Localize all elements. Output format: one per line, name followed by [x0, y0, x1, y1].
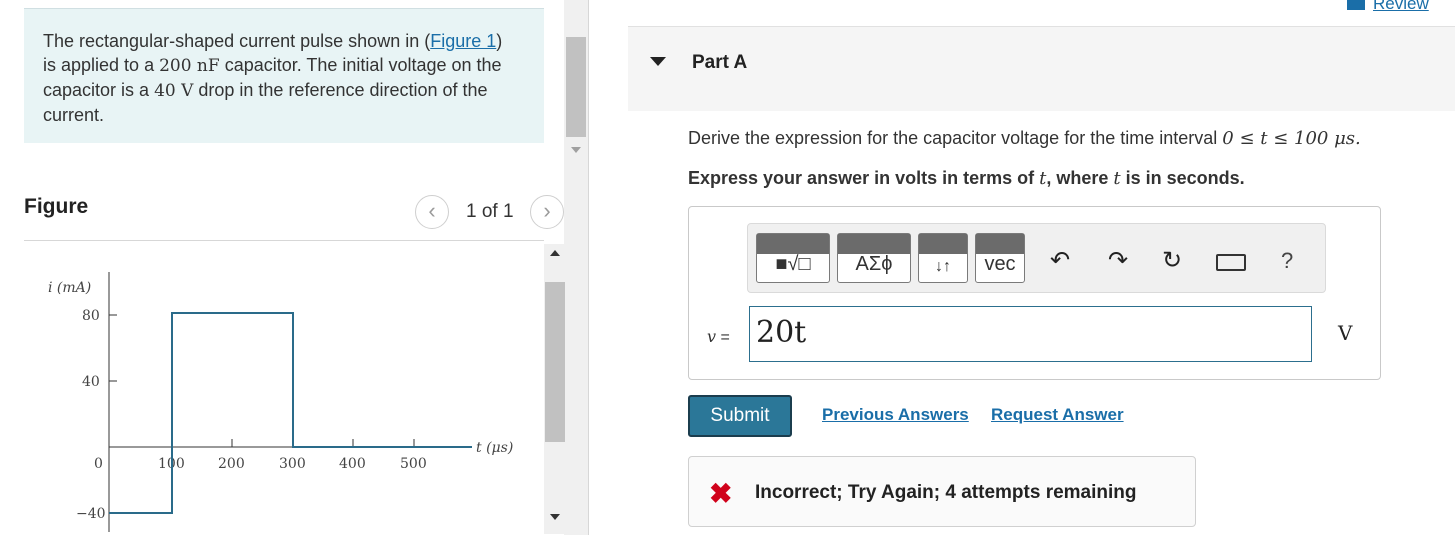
scroll-up-arrow-icon[interactable] — [550, 250, 560, 256]
figure-counter: 1 of 1 — [466, 201, 514, 222]
figure-title: Figure — [24, 195, 89, 218]
greek-label: ΑΣϕ — [855, 253, 893, 275]
equals-sign: = — [716, 329, 730, 346]
feedback-box: ✖ Incorrect; Try Again; 4 attempts remai… — [688, 456, 1196, 527]
submit-button[interactable]: Submit — [688, 395, 792, 437]
panel-divider — [588, 0, 589, 535]
problem-text-part: The rectangular-shaped current pulse sho… — [43, 31, 431, 51]
current-pulse-waveform — [109, 312, 472, 514]
initial-voltage-value: 40 V — [154, 81, 194, 101]
toolbar-button-bar — [919, 234, 967, 254]
chevron-right-icon: › — [543, 198, 551, 223]
problem-scrollbar[interactable] — [564, 0, 588, 535]
figure-scroll-thumb[interactable] — [545, 282, 565, 442]
y-axis-label: i (mA) — [48, 280, 91, 296]
request-answer-link[interactable]: Request Answer — [991, 405, 1124, 425]
figure-prev-button[interactable]: ‹ — [415, 195, 449, 229]
arrows-button[interactable]: ↓↑ — [918, 233, 968, 283]
math-toolbar: ■√□ ΑΣϕ ↓↑ vec ↶ ↷ ↻ ? — [747, 223, 1326, 293]
review-label[interactable]: Review — [1347, 0, 1429, 13]
redo-icon[interactable]: ↷ — [1108, 246, 1128, 275]
question-text-body: Derive the expression for the capacitor … — [688, 128, 1223, 148]
undo-icon[interactable]: ↶ — [1050, 246, 1070, 275]
figure-link[interactable]: Figure 1 — [430, 31, 496, 51]
feedback-message: Incorrect; Try Again; 4 attempts remaini… — [755, 482, 1137, 503]
x-tick-label: 300 — [279, 456, 306, 472]
part-a-header[interactable]: Part A — [628, 27, 1455, 111]
x-tick-label: 500 — [400, 456, 427, 472]
instruction-part: Express your answer in volts in terms of — [688, 168, 1040, 188]
templates-button[interactable]: ■√□ — [756, 233, 830, 283]
vector-button[interactable]: vec — [975, 233, 1025, 283]
chevron-left-icon: ‹ — [428, 198, 436, 223]
problem-scroll-thumb[interactable] — [566, 37, 586, 137]
x-axis-label: t (μs) — [476, 440, 513, 456]
time-interval: 0 ≤ t ≤ 100 μs. — [1222, 128, 1361, 149]
capacitance-value: 200 nF — [159, 56, 220, 76]
templates-label: ■√□ — [775, 253, 811, 275]
question-text: Derive the expression for the capacitor … — [688, 128, 1361, 149]
figure-divider — [24, 240, 544, 241]
toolbar-button-bar — [838, 234, 910, 254]
vec-label: vec — [984, 253, 1016, 275]
answer-input[interactable]: 20t — [749, 306, 1312, 362]
arrows-label: ↓↑ — [935, 258, 951, 275]
scroll-down-arrow-icon[interactable] — [550, 514, 560, 520]
answer-variable-label: v = — [707, 327, 730, 347]
problem-statement-box: The rectangular-shaped current pulse sho… — [24, 8, 544, 143]
y-ticks: 80 40 0 −40 — [76, 308, 117, 522]
incorrect-x-icon: ✖ — [709, 478, 733, 509]
part-title: Part A — [692, 52, 748, 73]
reset-icon[interactable]: ↻ — [1162, 246, 1182, 275]
toolbar-button-bar — [976, 234, 1024, 254]
figure-scrollbar[interactable] — [544, 244, 566, 534]
keyboard-icon[interactable] — [1216, 254, 1246, 271]
answer-box: ■√□ ΑΣϕ ↓↑ vec ↶ ↷ ↻ ? v = 20t V — [688, 206, 1381, 380]
instruction-part: , where — [1046, 168, 1114, 188]
x-tick-label: 200 — [218, 456, 245, 472]
y-tick-label: 80 — [82, 308, 100, 324]
unit-label: V — [1338, 321, 1353, 345]
figure-next-button[interactable]: › — [530, 195, 564, 229]
greek-symbols-button[interactable]: ΑΣϕ — [837, 233, 911, 283]
review-link[interactable]: Review — [1347, 0, 1429, 14]
y-tick-label: −40 — [76, 506, 106, 522]
answer-variable: v — [707, 327, 717, 346]
help-button[interactable]: ? — [1281, 248, 1293, 274]
instruction-variable: t — [1113, 168, 1121, 189]
caret-down-icon[interactable] — [650, 57, 666, 66]
y-tick-label: 40 — [82, 374, 100, 390]
previous-answers-link[interactable]: Previous Answers — [822, 405, 969, 425]
scroll-down-arrow-icon[interactable] — [571, 147, 581, 153]
problem-text: The rectangular-shaped current pulse sho… — [43, 29, 513, 127]
toolbar-button-bar — [757, 234, 829, 254]
current-pulse-graph: i (mA) t (μs) 80 40 0 −40 100 200 300 40… — [48, 272, 513, 532]
y-tick-label: 0 — [94, 456, 103, 472]
x-tick-label: 400 — [339, 456, 366, 472]
instruction-part: is in seconds. — [1120, 168, 1245, 188]
answer-instruction: Express your answer in volts in terms of… — [688, 168, 1245, 189]
